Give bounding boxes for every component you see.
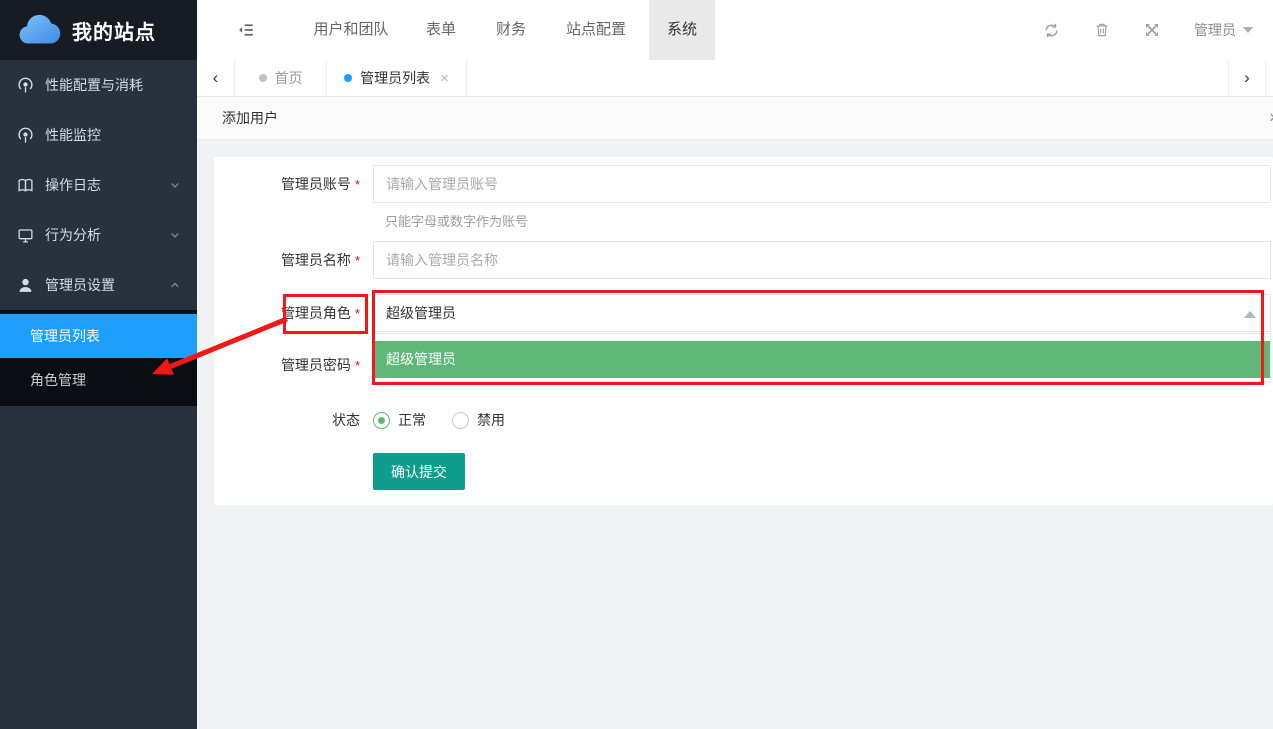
- status-label: 状态: [214, 403, 360, 437]
- required-mark: *: [355, 253, 360, 268]
- radio-disabled[interactable]: [452, 412, 469, 429]
- topnav-finance[interactable]: 财务: [479, 0, 543, 60]
- signal-icon: [17, 77, 34, 94]
- account-input[interactable]: [373, 165, 1271, 203]
- user-icon: [17, 277, 34, 294]
- sidebar-item-behavior-analysis[interactable]: 行为分析: [0, 210, 197, 260]
- tab-dot-icon: [259, 74, 267, 82]
- tabs-scroll-right-icon[interactable]: ›: [1228, 60, 1266, 96]
- monitor-icon: [17, 227, 34, 244]
- role-label: 管理员角色*: [214, 294, 360, 332]
- radio-normal-label: 正常: [398, 410, 426, 430]
- panel-close-icon[interactable]: ×: [1269, 97, 1273, 139]
- topnav-forms[interactable]: 表单: [409, 0, 473, 60]
- brand-title: 我的站点: [72, 16, 156, 45]
- sidebar-item-performance-config[interactable]: 性能配置与消耗: [0, 60, 197, 110]
- sidebar-collapse-icon[interactable]: [237, 21, 255, 39]
- signal-icon: [17, 127, 34, 144]
- trash-icon[interactable]: [1094, 22, 1110, 38]
- sidebar-subitem-admin-list[interactable]: 管理员列表: [0, 314, 197, 358]
- radio-normal[interactable]: [373, 412, 390, 429]
- role-select[interactable]: 超级管理员: [373, 294, 1271, 332]
- name-input[interactable]: [373, 241, 1271, 279]
- topnav-system[interactable]: 系统: [649, 0, 715, 60]
- sidebar: 我的站点 性能配置与消耗 性能监控: [0, 0, 197, 729]
- cloud-logo-icon: [14, 13, 62, 47]
- book-icon: [17, 177, 34, 194]
- brand-logo: 我的站点: [0, 0, 197, 60]
- chevron-down-icon: [169, 179, 181, 191]
- sidebar-subitem-role-management[interactable]: 角色管理: [0, 358, 197, 402]
- admin-settings-submenu: 管理员列表 角色管理: [0, 310, 197, 406]
- add-user-form-card: 管理员账号* 只能字母或数字作为账号 管理员名称* 管理员角色* 超级管理员 超…: [214, 157, 1273, 505]
- required-mark: *: [355, 177, 360, 192]
- tab-home[interactable]: 首页: [235, 60, 327, 96]
- chevron-up-icon: [1244, 311, 1256, 318]
- role-dropdown: 超级管理员: [373, 333, 1271, 382]
- account-label: 管理员账号*: [214, 165, 360, 203]
- topbar: 用户和团队 表单 财务 站点配置 系统: [197, 0, 1273, 60]
- tabs-scroll-left-icon[interactable]: ‹: [197, 60, 235, 96]
- app-window: 我的站点 性能配置与消耗 性能监控: [0, 0, 1273, 729]
- submit-button[interactable]: 确认提交: [373, 453, 465, 490]
- tab-admin-list[interactable]: 管理员列表 ×: [327, 60, 467, 96]
- sidebar-item-label: 管理员设置: [45, 275, 115, 295]
- chevron-down-icon: [1243, 27, 1253, 33]
- chevron-down-icon: [169, 229, 181, 241]
- tab-close-icon[interactable]: ×: [440, 70, 449, 87]
- sidebar-item-admin-settings[interactable]: 管理员设置: [0, 260, 197, 310]
- tab-dot-icon: [344, 74, 352, 82]
- sidebar-item-label: 行为分析: [45, 225, 101, 245]
- role-option-super-admin[interactable]: 超级管理员: [374, 341, 1270, 378]
- status-radio-group: 正常 禁用: [373, 403, 505, 437]
- sidebar-item-performance-monitor[interactable]: 性能监控: [0, 110, 197, 160]
- user-name: 管理员: [1194, 20, 1236, 40]
- account-helper-text: 只能字母或数字作为账号: [385, 211, 528, 230]
- refresh-icon[interactable]: [1043, 22, 1060, 39]
- required-mark: *: [355, 358, 360, 373]
- required-mark: *: [355, 306, 360, 321]
- chevron-up-icon: [169, 279, 181, 291]
- password-label: 管理员密码*: [214, 346, 360, 384]
- sidebar-item-label: 操作日志: [45, 175, 101, 195]
- sidebar-item-operation-log[interactable]: 操作日志: [0, 160, 197, 210]
- fullscreen-icon[interactable]: [1144, 22, 1160, 38]
- panel-title: 添加用户: [222, 110, 278, 126]
- user-menu[interactable]: 管理员: [1194, 20, 1253, 40]
- topnav-users-teams[interactable]: 用户和团队: [307, 0, 395, 60]
- panel-header: 添加用户 ×: [197, 97, 1273, 140]
- sidebar-item-label: 性能配置与消耗: [45, 75, 143, 95]
- topnav-site-config[interactable]: 站点配置: [557, 0, 635, 60]
- name-label: 管理员名称*: [214, 241, 360, 279]
- sidebar-item-label: 性能监控: [45, 125, 101, 145]
- tabbar: ‹ 首页 管理员列表 × ›: [197, 60, 1273, 97]
- role-select-value: 超级管理员: [386, 305, 456, 321]
- tab-label: 管理员列表: [360, 68, 430, 88]
- radio-disabled-label: 禁用: [477, 410, 505, 430]
- topbar-actions: 管理员: [1043, 0, 1253, 60]
- main-area: 用户和团队 表单 财务 站点配置 系统: [197, 0, 1273, 729]
- tab-label: 首页: [275, 68, 303, 88]
